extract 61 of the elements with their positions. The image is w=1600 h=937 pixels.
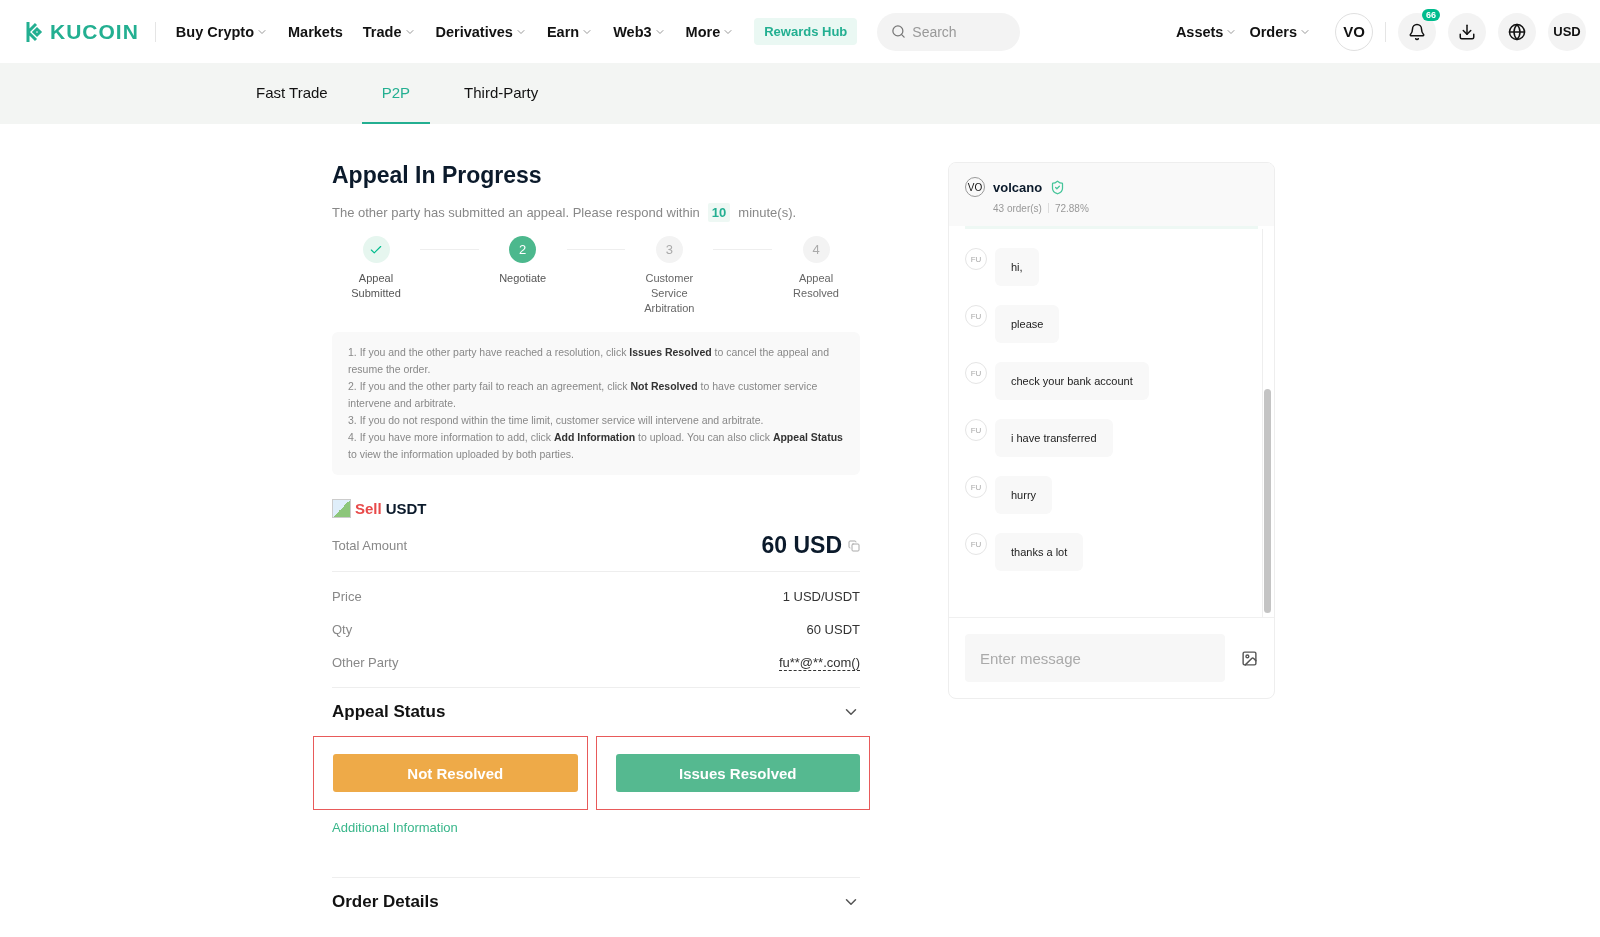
scrollbar-thumb[interactable] <box>1264 389 1271 613</box>
message-bubble: i have transferred <box>995 419 1113 457</box>
notice-text: The other party has submitted an appeal. Please respond within <box>332 205 700 220</box>
section-title[interactable]: Appeal Status <box>332 702 446 722</box>
step-label: Appeal Resolved <box>792 271 840 301</box>
order-count: 43 order(s) <box>993 203 1042 214</box>
step-label: Customer Service Arbitration <box>643 271 696 316</box>
party-link[interactable]: fu**@**.com() <box>778 654 860 671</box>
message-bubble: check your bank account <box>995 362 1149 400</box>
page-title: Appeal In Progress <box>332 162 543 189</box>
avatar-button[interactable]: VO <box>1335 12 1373 51</box>
detail-label: Other Party <box>332 655 399 670</box>
nav-item[interactable]: Derivatives <box>435 23 527 40</box>
total-amount: 60 USD <box>761 532 842 559</box>
sub-tab[interactable]: Fast Trade <box>236 63 348 124</box>
coin-image-placeholder <box>332 499 351 518</box>
nav-item[interactable]: Web3 <box>613 23 666 40</box>
image-icon[interactable] <box>1241 649 1258 667</box>
message-bubble: please <box>995 305 1060 343</box>
minutes-count: 10 <box>707 203 731 222</box>
search-field[interactable]: Search <box>877 12 1021 51</box>
step-label: Negotiate <box>498 271 548 286</box>
instruction-text: 2. If you and the other party fail to reach an agreement, click Not Resolved to have customer service intervene and arbitrate. <box>348 379 819 411</box>
nav-item[interactable]: Assets <box>1175 23 1238 40</box>
bell-icon <box>1408 22 1426 41</box>
nav-item[interactable]: Orders <box>1249 23 1311 40</box>
step-indicator: 3 <box>655 236 683 263</box>
detail-value: 1 USD/USDT <box>782 589 860 604</box>
completion-rate: 72.88% <box>1054 203 1089 214</box>
step-indicator: 2 <box>509 236 537 263</box>
globe-icon <box>1508 22 1526 41</box>
language-button[interactable] <box>1498 12 1536 51</box>
section-title[interactable]: Order Details <box>332 892 439 912</box>
trade-side: Sell <box>355 500 382 517</box>
notice-text: minute(s). <box>738 205 797 220</box>
message-bubble: hurry <box>995 476 1053 514</box>
nav-item[interactable]: More <box>685 23 735 40</box>
nav-item[interactable]: Buy Crypto <box>175 23 268 40</box>
step-indicator: 4 <box>802 236 830 263</box>
nav-item[interactable]: Markets <box>288 23 343 40</box>
user-name: volcano <box>993 179 1043 195</box>
detail-label: Price <box>332 589 362 604</box>
instruction-text: 1. If you and the other party have reached a resolution, click Issues Resolved to cancel the appeal and resume the order. <box>348 345 830 377</box>
message-bubble: thanks a lot <box>995 533 1084 571</box>
download-icon <box>1458 22 1476 41</box>
nav-item[interactable]: Earn <box>546 23 594 40</box>
message-input[interactable]: Enter message <box>965 634 1225 682</box>
instruction-text: 3. If you do not respond within the time limit, customer service will intervene and arbitrate. <box>348 413 765 428</box>
step-label: Appeal Submitted <box>350 271 402 301</box>
detail-value: 60 USDT <box>806 622 860 637</box>
detail-label: Qty <box>332 622 353 637</box>
total-label: Total Amount <box>332 538 408 553</box>
download-button[interactable] <box>1448 12 1486 51</box>
message-bubble: hi, <box>995 248 1039 286</box>
search-icon <box>891 23 907 39</box>
currency-button[interactable]: USD <box>1548 12 1586 51</box>
instruction-text: 4. If you have more information to add, click Add Information to upload. You can also click Appeal Status to view the information uploaded by both parties. <box>348 430 844 462</box>
sub-tab[interactable]: Third-Party <box>444 63 559 124</box>
asset-name: USDT <box>385 500 427 517</box>
nav-item[interactable]: Trade <box>362 23 416 40</box>
notification-badge: 66 <box>1422 8 1440 21</box>
